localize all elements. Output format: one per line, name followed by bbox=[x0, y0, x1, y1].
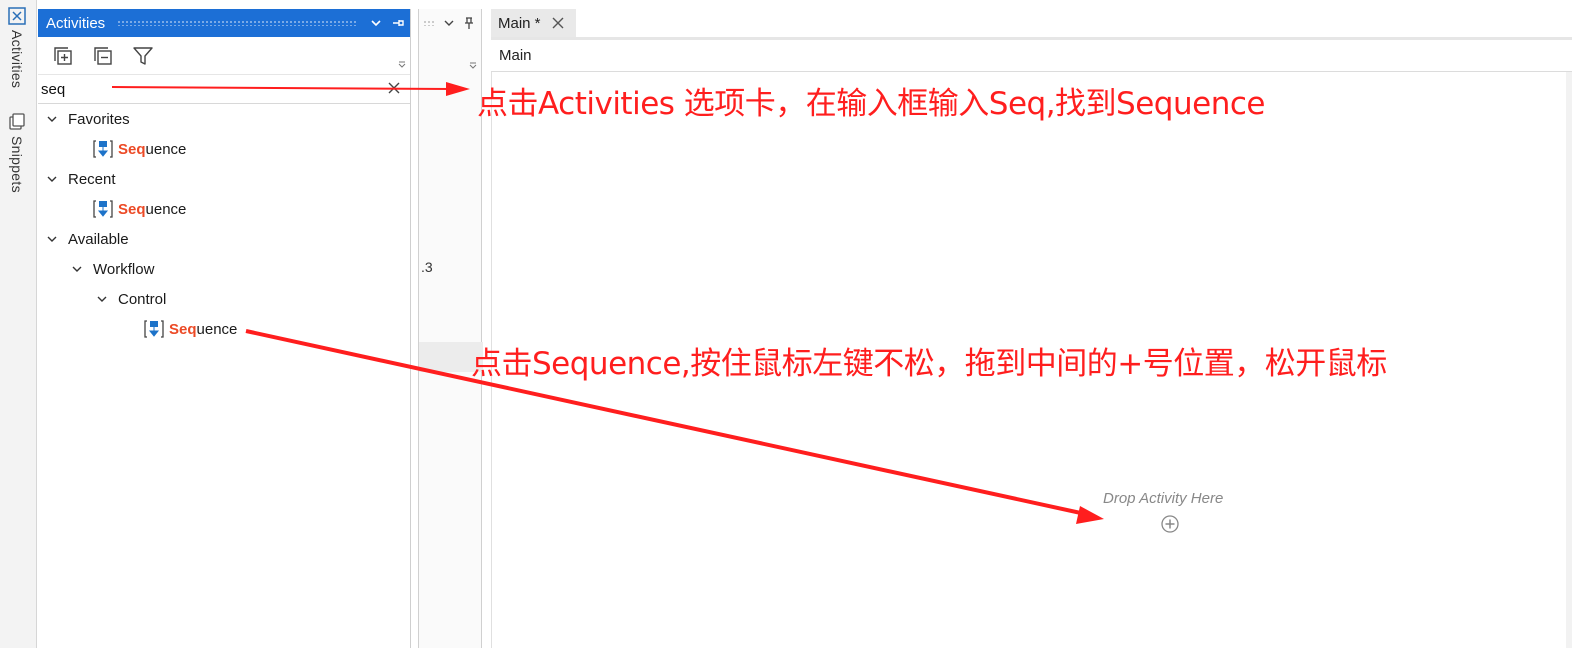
annotation-step-2: 点击Sequence,按住鼠标左键不松，拖到中间的+号位置，松开鼠标 bbox=[471, 346, 1387, 382]
tree-node-workflow[interactable]: Workflow bbox=[38, 254, 410, 284]
chevron-down-icon[interactable] bbox=[46, 173, 58, 185]
search-match-text: Seq bbox=[118, 200, 146, 218]
drag-grip[interactable] bbox=[423, 20, 435, 26]
chevron-down-icon[interactable] bbox=[71, 263, 83, 275]
collapse-all-icon bbox=[94, 46, 112, 65]
tree-node-label: Favorites bbox=[68, 110, 130, 128]
drop-activity-hint: Drop Activity Here bbox=[1103, 490, 1224, 507]
vertical-scrollbar[interactable] bbox=[1566, 72, 1572, 648]
tree-item-sequence[interactable]: Seq uence bbox=[38, 194, 410, 224]
tab-main[interactable]: Main * bbox=[491, 9, 576, 37]
tree-node-favorites[interactable]: Favorites bbox=[38, 104, 410, 134]
tree-node-label: Recent bbox=[68, 170, 116, 188]
tree-node-available[interactable]: Available bbox=[38, 224, 410, 254]
tab-label: Main * bbox=[498, 14, 541, 32]
rail-tab-snippets[interactable]: Snippets bbox=[4, 112, 30, 193]
drag-grip[interactable] bbox=[117, 20, 356, 26]
sequence-icon bbox=[93, 140, 113, 158]
search-match-text: Seq bbox=[169, 320, 197, 338]
annotation-step-1: 点击Activities 选项卡，在输入框输入Seq,找到Sequence bbox=[477, 86, 1265, 122]
activities-panel: Activities seq Favorites Seq uence Recen… bbox=[38, 9, 411, 648]
activities-tree: Favorites Seq uence Recent Seq uence Ava… bbox=[38, 104, 410, 344]
search-row bbox=[38, 75, 410, 104]
tree-node-label: Control bbox=[118, 290, 167, 308]
panel-title: Activities bbox=[46, 14, 106, 32]
panel-toolbar bbox=[38, 37, 410, 75]
filter-button[interactable] bbox=[130, 43, 156, 69]
pin-icon[interactable] bbox=[388, 13, 408, 33]
snippets-icon bbox=[9, 113, 25, 130]
rail-tab-label: Activities bbox=[9, 30, 25, 89]
item-label-rest: uence bbox=[145, 140, 187, 158]
breadcrumb: Main bbox=[491, 40, 1572, 72]
activities-icon bbox=[8, 7, 26, 25]
close-icon[interactable] bbox=[386, 80, 402, 96]
document-tab-bar: Main * bbox=[491, 9, 1572, 37]
rail-tab-activities[interactable]: Activities bbox=[4, 6, 30, 88]
pin-icon[interactable] bbox=[463, 16, 475, 30]
search-input[interactable] bbox=[38, 76, 368, 102]
collapsed-side-pane: .3 bbox=[418, 9, 483, 648]
item-label-rest: uence bbox=[196, 320, 238, 338]
toolbar-overflow-icon[interactable] bbox=[398, 55, 406, 72]
collapsed-pane-header bbox=[419, 9, 481, 37]
pane-overflow-icon[interactable] bbox=[469, 61, 477, 69]
tree-item-sequence[interactable]: Seq uence bbox=[38, 314, 410, 344]
chevron-down-icon[interactable] bbox=[46, 233, 58, 245]
chevron-down-icon[interactable] bbox=[443, 17, 455, 29]
expand-all-button[interactable] bbox=[50, 43, 76, 69]
chevron-down-icon[interactable] bbox=[46, 113, 58, 125]
chevron-down-icon[interactable] bbox=[96, 293, 108, 305]
tree-node-control[interactable]: Control bbox=[38, 284, 410, 314]
collapse-all-button[interactable] bbox=[90, 43, 116, 69]
expand-all-icon bbox=[54, 46, 72, 65]
tree-node-recent[interactable]: Recent bbox=[38, 164, 410, 194]
tree-node-label: Workflow bbox=[93, 260, 155, 278]
close-icon[interactable] bbox=[551, 16, 565, 30]
truncated-text: .3 bbox=[421, 259, 433, 275]
panel-header: Activities bbox=[38, 9, 410, 37]
item-label-rest: uence bbox=[145, 200, 187, 218]
sequence-icon bbox=[93, 200, 113, 218]
search-match-text: Seq bbox=[118, 140, 146, 158]
rail-tab-label: Snippets bbox=[9, 136, 25, 193]
sequence-icon bbox=[144, 320, 164, 338]
breadcrumb-item[interactable]: Main bbox=[499, 47, 532, 64]
left-rail: Activities Snippets bbox=[0, 0, 37, 648]
chevron-down-icon[interactable] bbox=[366, 13, 386, 33]
tree-node-label: Available bbox=[68, 230, 129, 248]
tree-item-sequence[interactable]: Seq uence bbox=[38, 134, 410, 164]
add-activity-icon[interactable] bbox=[1160, 514, 1180, 534]
filter-icon bbox=[133, 46, 153, 65]
